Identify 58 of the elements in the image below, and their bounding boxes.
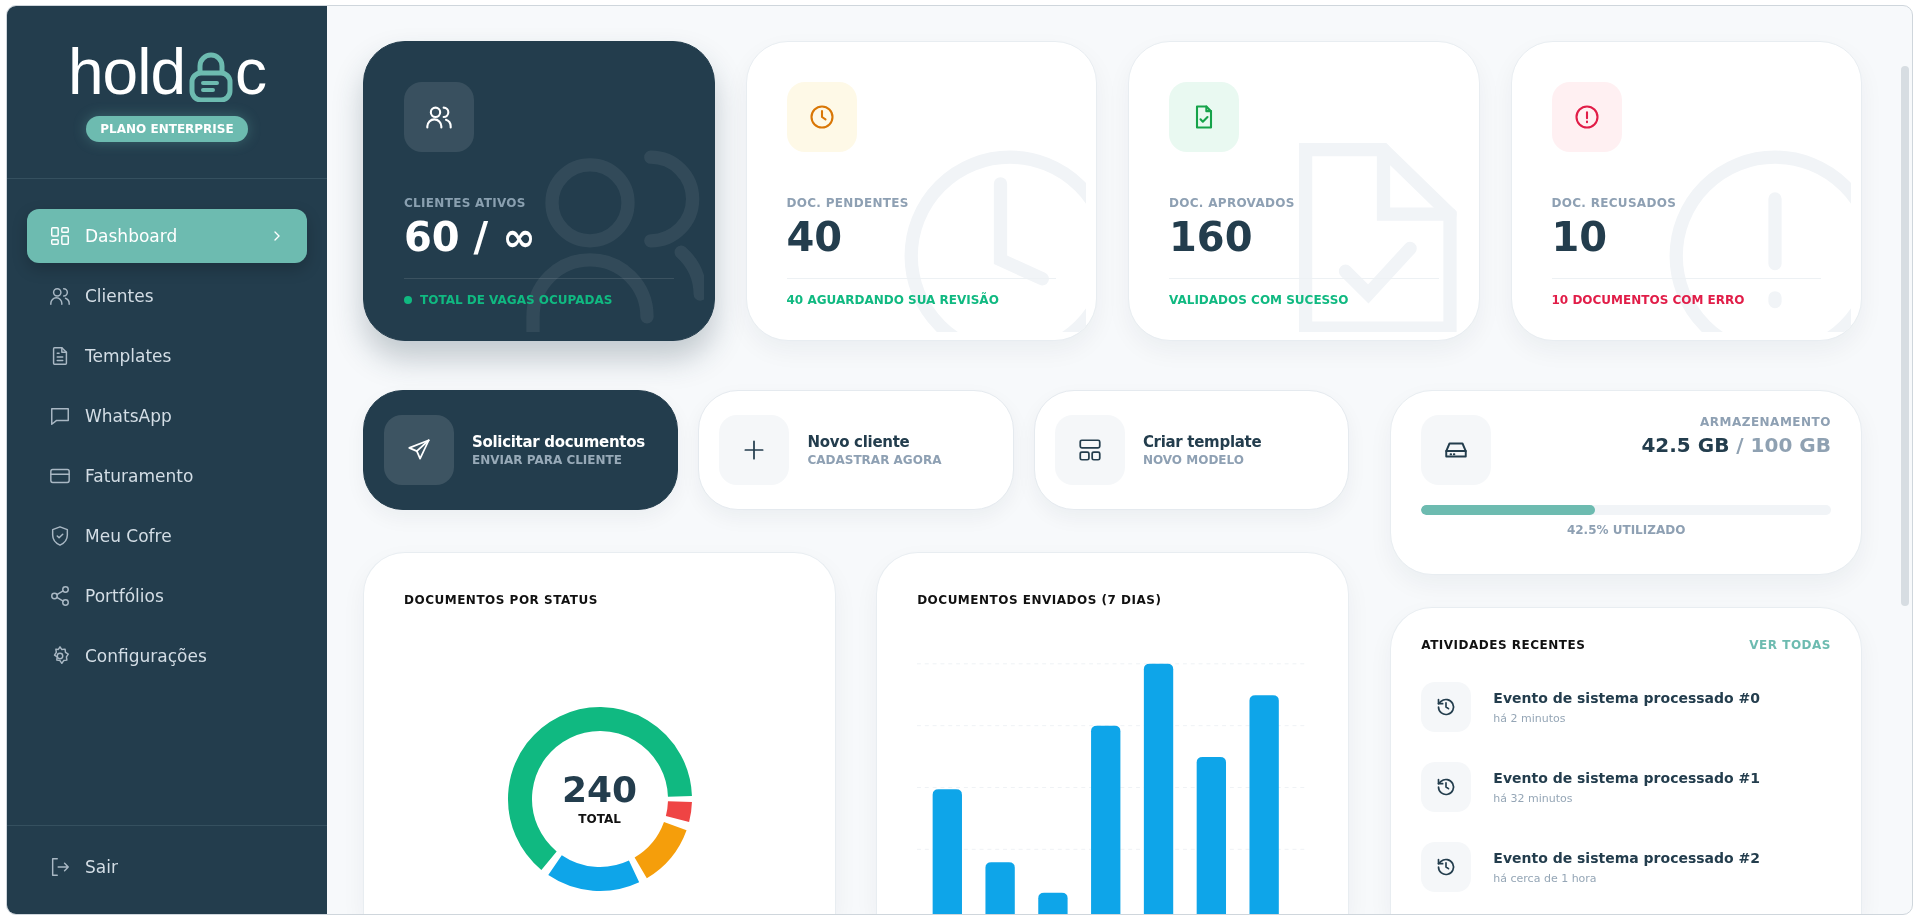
- logout-button[interactable]: Sair: [27, 840, 307, 894]
- chat-icon: [49, 405, 71, 427]
- action-button[interactable]: Criar template NOVO MODELO: [1033, 390, 1350, 510]
- nav-item[interactable]: Configurações: [27, 629, 307, 683]
- chart-title: DOCUMENTOS ENVIADOS (7 DIAS): [917, 593, 1163, 607]
- total-label: TOTAL: [578, 812, 621, 826]
- storage-caption: 42.5% UTILIZADO: [1565, 523, 1687, 537]
- stat-label: DOC. PENDENTES: [786, 196, 910, 210]
- stat-value: 60 / ∞: [404, 214, 537, 260]
- history-icon: [1436, 697, 1457, 717]
- clock-icon: [807, 103, 836, 131]
- storage-total: / 100 GB: [1736, 433, 1831, 457]
- nav-item[interactable]: Faturamento: [27, 449, 307, 503]
- chart-bar: [985, 862, 1015, 914]
- status-dot: [404, 296, 412, 304]
- activities-title: ATIVIDADES RECENTES: [1421, 638, 1586, 652]
- stat-value: 160: [1169, 214, 1254, 260]
- stat-footer: VALIDADOS COM SUCESSO: [1169, 293, 1349, 307]
- stat-footer: 10 DOCUMENTOS COM ERRO: [1551, 293, 1745, 307]
- activity-time: há cerca de 1 hora: [1493, 871, 1598, 885]
- activity-title: Evento de sistema processado #1: [1493, 769, 1761, 786]
- activity-time: há 32 minutos: [1493, 791, 1574, 805]
- stat-label: CLIENTES ATIVOS: [404, 196, 527, 210]
- activity-title: Evento de sistema processado #2: [1493, 849, 1761, 866]
- alert-icon: [1572, 103, 1601, 131]
- nav-item[interactable]: WhatsApp: [27, 389, 307, 443]
- grid-icon: [49, 225, 71, 247]
- nav-item[interactable]: Meu Cofre: [27, 509, 307, 563]
- nav-item[interactable]: Clientes: [27, 269, 307, 323]
- logout-icon: [49, 856, 71, 878]
- layout-icon: [1076, 437, 1103, 463]
- history-icon: [1436, 857, 1457, 877]
- storage-label: ARMAZENAMENTO: [1699, 415, 1831, 429]
- chart-bar: [1038, 892, 1068, 914]
- logo-text: c: [235, 42, 266, 102]
- stat-footer: 40 AGUARDANDO SUA REVISÃO: [786, 293, 999, 307]
- chart-title: DOCUMENTOS POR STATUS: [404, 593, 599, 607]
- action-button[interactable]: Novo cliente CADASTRAR AGORA: [698, 390, 1014, 510]
- total-value: 240: [562, 772, 638, 808]
- stat-value: 40: [786, 214, 844, 260]
- history-icon: [1436, 777, 1457, 797]
- stat-value: 10: [1551, 214, 1609, 260]
- plan-badge: PLANO ENTERPRISE: [86, 116, 248, 142]
- nav-item[interactable]: Portfólios: [27, 569, 307, 623]
- logo-text: hold: [68, 42, 185, 102]
- activity-title: Evento de sistema processado #0: [1493, 689, 1761, 706]
- scrollbar-thumb[interactable]: [1901, 66, 1909, 606]
- stat-footer: TOTAL DE VAGAS OCUPADAS: [420, 293, 613, 307]
- storage-used: 42.5 GB: [1641, 433, 1730, 457]
- stat-label: DOC. APROVADOS: [1169, 196, 1296, 210]
- users-icon: [49, 285, 71, 307]
- shield-icon: [49, 525, 71, 547]
- stat-label: DOC. RECUSADOS: [1551, 196, 1678, 210]
- padlock-logo-icon: [189, 52, 233, 102]
- action-button[interactable]: Solicitar documentos ENVIAR PARA CLIENTE: [363, 390, 679, 510]
- share-icon: [49, 585, 71, 607]
- activity-time: há 2 minutos: [1493, 711, 1567, 725]
- nav-item[interactable]: Templates: [27, 329, 307, 383]
